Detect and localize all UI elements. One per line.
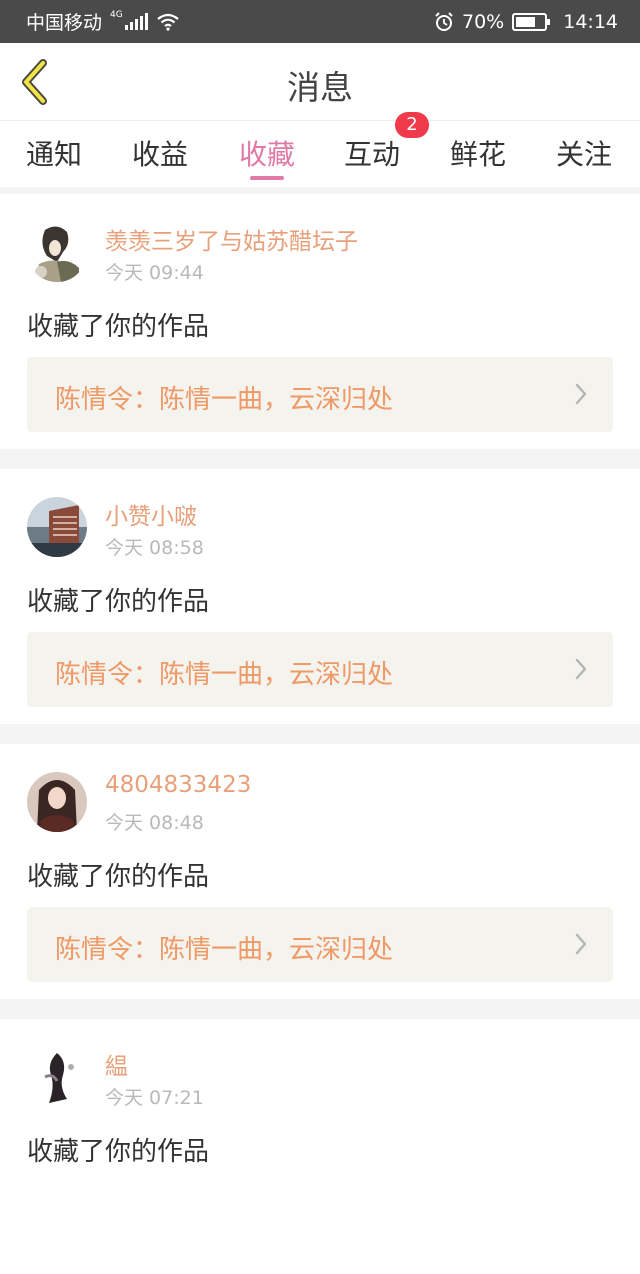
tab-interactions[interactable]: 互动 xyxy=(344,133,400,173)
work-title: 陈情令：陈情一曲，云深归处 xyxy=(55,660,394,690)
timestamp: 今天 08:58 xyxy=(105,537,204,559)
avatar[interactable] xyxy=(27,1047,87,1107)
tab-following[interactable]: 关注 xyxy=(556,133,612,173)
avatar[interactable] xyxy=(27,772,87,832)
avatar[interactable] xyxy=(27,222,87,282)
status-right: 70% 14:14 xyxy=(434,11,618,33)
action-text: 收藏了你的作品 xyxy=(27,587,210,617)
username[interactable]: 羡羡三岁了与姑苏醋坛子 xyxy=(105,222,358,256)
alarm-icon xyxy=(435,11,453,31)
timestamp: 今天 07:21 xyxy=(105,1087,204,1109)
timestamp: 今天 09:44 xyxy=(105,262,204,284)
chevron-right-icon xyxy=(575,933,587,955)
clock: 14:14 xyxy=(563,10,618,33)
avatar[interactable] xyxy=(27,497,87,557)
chevron-right-icon xyxy=(575,383,587,405)
message-card: 小赞小啵 今天 08:58 收藏了你的作品 陈情令：陈情一曲，云深归处 xyxy=(0,469,640,724)
action-text: 收藏了你的作品 xyxy=(27,1137,210,1167)
carrier-label: 中国移动 xyxy=(26,12,103,34)
signal-icon xyxy=(124,13,148,30)
chevron-right-icon xyxy=(575,658,587,680)
timestamp: 今天 08:48 xyxy=(105,812,204,834)
work-title: 陈情令：陈情一曲，云深归处 xyxy=(55,385,394,415)
message-card: 緼 今天 07:21 收藏了你的作品 xyxy=(0,1019,640,1274)
unread-badge: 2 xyxy=(395,112,429,138)
battery-percent: 70% xyxy=(462,10,505,33)
work-link[interactable]: 陈情令：陈情一曲，云深归处 xyxy=(27,907,613,982)
tab-favorites[interactable]: 收藏 xyxy=(239,133,295,173)
action-text: 收藏了你的作品 xyxy=(27,312,210,342)
tab-bar: 通知 收益 收藏 互动 鲜花 关注 xyxy=(0,121,640,187)
work-link[interactable]: 陈情令：陈情一曲，云深归处 xyxy=(27,357,613,432)
page-title: 消息 xyxy=(287,68,353,107)
status-left: 中国移动 4G xyxy=(26,8,180,35)
wifi-icon xyxy=(157,13,179,31)
message-card: 4804833423 今天 08:48 收藏了你的作品 陈情令：陈情一曲，云深归… xyxy=(0,744,640,999)
tab-flowers[interactable]: 鲜花 xyxy=(450,133,506,173)
status-bar: 中国移动 4G 70% 14:14 xyxy=(0,0,640,43)
action-text: 收藏了你的作品 xyxy=(27,862,210,892)
tab-notifications[interactable]: 通知 xyxy=(26,133,82,173)
username[interactable]: 小赞小啵 xyxy=(105,497,197,531)
username[interactable]: 4804833423 xyxy=(105,772,251,798)
header: 消息 xyxy=(0,43,640,121)
message-card: 羡羡三岁了与姑苏醋坛子 今天 09:44 收藏了你的作品 陈情令：陈情一曲，云深… xyxy=(0,194,640,449)
tab-earnings[interactable]: 收益 xyxy=(132,133,188,173)
work-link[interactable]: 陈情令：陈情一曲，云深归处 xyxy=(27,632,613,707)
username[interactable]: 緼 xyxy=(105,1047,128,1081)
network-type: 4G xyxy=(110,9,123,20)
work-title: 陈情令：陈情一曲，云深归处 xyxy=(55,935,394,965)
active-tab-indicator xyxy=(250,176,284,180)
battery-icon xyxy=(512,12,551,31)
